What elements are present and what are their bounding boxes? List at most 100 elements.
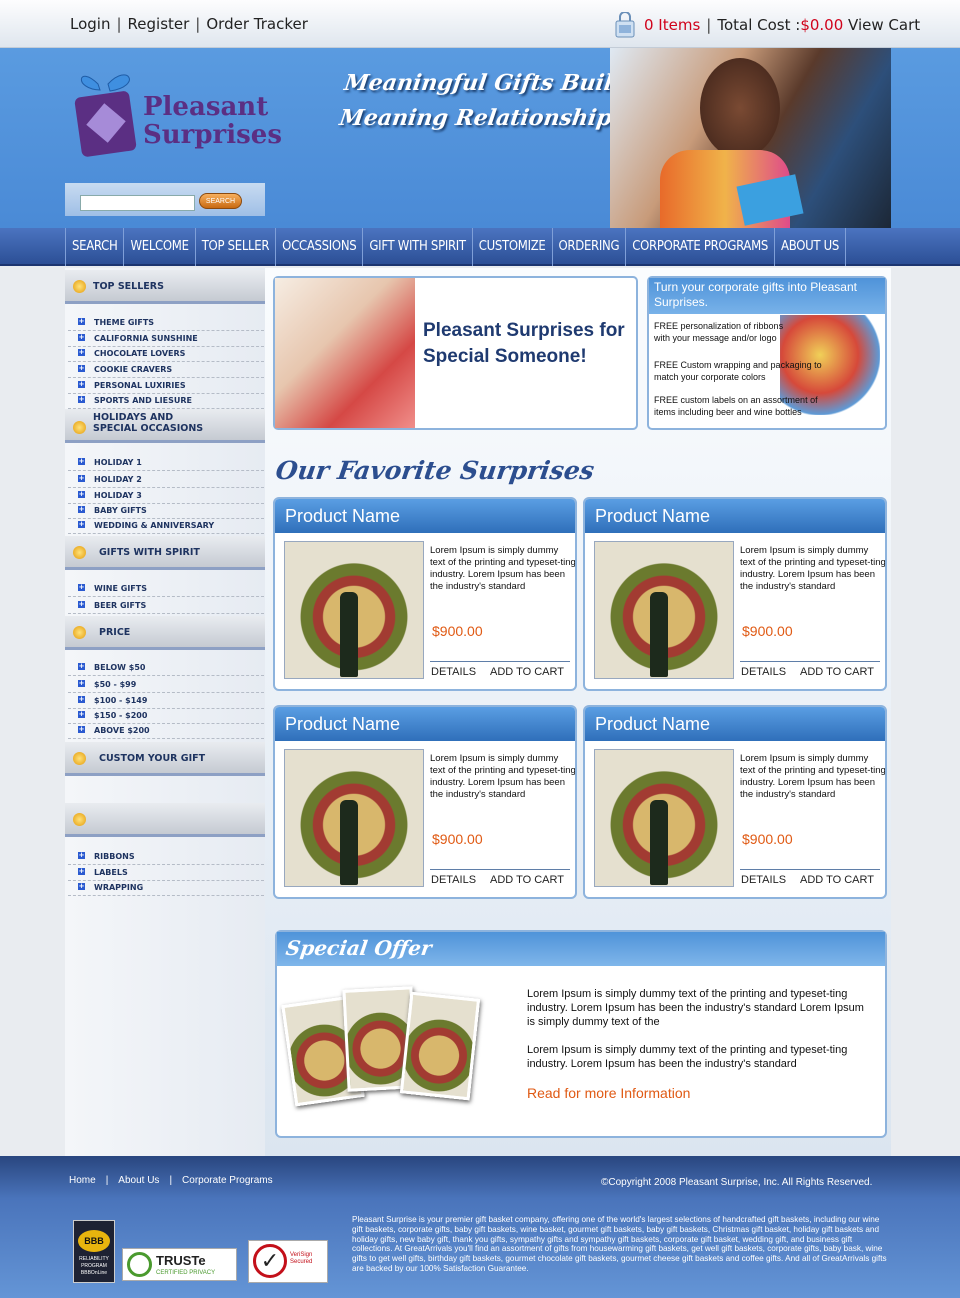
special-offer-text: Lorem Ipsum is simply dummy text of the …	[527, 988, 864, 1028]
product-price: $900.00	[432, 831, 483, 847]
sidebar-item-above-200[interactable]: + Above $200	[68, 724, 264, 739]
arrow-bullet-icon	[73, 813, 86, 826]
sidebar-item-wrapping[interactable]: + Wrapping	[68, 881, 264, 896]
add-to-cart-link[interactable]: ADD TO CART	[490, 666, 564, 678]
nav-top-seller[interactable]: TOP SELLER	[196, 228, 277, 266]
nav-corporate-programs[interactable]: CORPORATE PROGRAMS	[626, 228, 775, 266]
product-image[interactable]	[284, 541, 424, 679]
nav-welcome[interactable]: WELCOME	[124, 228, 196, 266]
plus-icon: +	[78, 725, 85, 733]
tagline: Meaningful Gifts Build Meaning Relations…	[337, 70, 630, 131]
promo-banner-image	[275, 278, 415, 428]
plus-icon: +	[78, 317, 85, 325]
sidebar-item-holiday-1[interactable]: + Holiday 1	[68, 456, 264, 471]
truste-subtext: CERTIFIED PRIVACY	[156, 1270, 216, 1276]
plus-icon: +	[78, 679, 85, 687]
sidebar-heading-gifts-with-spirit: GIFTS WITH SPIRIT	[65, 536, 265, 570]
total-cost-value: $0.00	[800, 16, 844, 34]
add-to-cart-link[interactable]: ADD TO CART	[490, 874, 564, 886]
plus-icon: +	[78, 490, 85, 498]
sidebar-item-baby-gifts[interactable]: + Baby Gifts	[68, 504, 264, 519]
plus-icon: +	[78, 695, 85, 703]
product-image[interactable]	[594, 749, 734, 887]
sidebar-item-150-200[interactable]: + $150 - $200	[68, 709, 264, 724]
view-cart-link[interactable]: View Cart	[848, 16, 920, 34]
plus-icon: +	[78, 882, 85, 890]
sidebar-item-100-149[interactable]: + $100 - $149	[68, 694, 264, 709]
promo-banner-text: Pleasant Surprises for Special Someone!	[423, 320, 625, 367]
footer-link-home[interactable]: Home	[69, 1175, 96, 1186]
footer-link-corporate[interactable]: Corporate Programs	[182, 1175, 273, 1186]
product-name[interactable]: Product Name	[275, 499, 575, 533]
sidebar-item-holiday-3[interactable]: + Holiday 3	[68, 489, 264, 504]
product-price: $900.00	[742, 831, 793, 847]
add-to-cart-link[interactable]: ADD TO CART	[800, 666, 874, 678]
nav-customize[interactable]: CUSTOMIZE	[473, 228, 553, 266]
order-tracker-link[interactable]: Order Tracker	[206, 15, 308, 33]
product-image[interactable]	[594, 541, 734, 679]
plus-icon: +	[78, 348, 85, 356]
sidebar-heading-extras	[65, 803, 265, 837]
product-price: $900.00	[432, 623, 483, 639]
nav-gift-with-spirit[interactable]: GIFT WITH SPIRIT	[363, 228, 473, 266]
sidebar-item-personal-luxiries[interactable]: + Personal Luxiries	[68, 379, 264, 394]
search-button[interactable]: SEARCH	[199, 193, 242, 209]
special-offer-image[interactable]	[399, 991, 481, 1101]
sidebar-item-wine-gifts[interactable]: + Wine Gifts	[68, 582, 264, 597]
divider	[740, 661, 880, 662]
favorites-title: Our Favorite Surprises	[273, 456, 597, 485]
product-image[interactable]	[284, 749, 424, 887]
footer-links: Home | About Us | Corporate Programs	[69, 1175, 273, 1186]
register-link[interactable]: Register	[128, 15, 190, 33]
arrow-bullet-icon	[73, 546, 86, 559]
sidebar-item-cookie-cravers[interactable]: + Cookie Cravers	[68, 363, 264, 378]
search-input[interactable]	[80, 195, 195, 211]
footer-link-about[interactable]: About Us	[118, 1175, 159, 1186]
corporate-banner-heading: Turn your corporate gifts into Pleasant …	[649, 278, 885, 314]
sidebar-item-california-sunshine[interactable]: + California Sunshine	[68, 332, 264, 347]
wine-bottle	[650, 800, 668, 885]
nav-ordering[interactable]: ORDERING	[553, 228, 627, 266]
verisign-text: VeriSign Secured	[290, 1252, 313, 1265]
sidebar-item-sports-liesure[interactable]: + Sports and Liesure	[68, 394, 264, 409]
account-links: Login | Register | Order Tracker	[70, 15, 308, 33]
product-card: Product Name Lorem Ipsum is simply dummy…	[273, 497, 577, 691]
sidebar-item-wedding-anniversary[interactable]: + Wedding & Anniversary	[68, 519, 264, 534]
plus-icon: +	[78, 662, 85, 670]
nav-search[interactable]: SEARCH	[65, 228, 125, 266]
sidebar-item-ribbons[interactable]: + Ribbons	[68, 850, 264, 865]
add-to-cart-link[interactable]: ADD TO CART	[800, 874, 874, 886]
arrow-bullet-icon	[73, 280, 86, 293]
read-more-link[interactable]: Read for more Information	[527, 1085, 690, 1101]
shopping-bag-icon[interactable]	[614, 11, 636, 38]
details-link[interactable]: DETAILS	[741, 874, 786, 886]
sidebar-heading-price: PRICE	[65, 616, 265, 650]
details-link[interactable]: DETAILS	[741, 666, 786, 678]
bbb-seal-subtext: RELIABILITY PROGRAM BBBOnLine	[79, 1256, 109, 1276]
total-cost-label: Total Cost :	[717, 16, 801, 34]
nav-about-us[interactable]: ABOUT US	[775, 228, 847, 266]
product-name[interactable]: Product Name	[585, 499, 885, 533]
product-price: $900.00	[742, 623, 793, 639]
nav-items: SEARCH WELCOME TOP SELLER OCCASSIONS GIF…	[65, 228, 847, 266]
sidebar-item-labels[interactable]: + Labels	[68, 866, 264, 881]
sidebar-item-below-50[interactable]: + Below $50	[68, 661, 264, 676]
product-name[interactable]: Product Name	[275, 707, 575, 741]
sidebar-item-chocolate-lovers[interactable]: + Chocolate Lovers	[68, 347, 264, 362]
product-name[interactable]: Product Name	[585, 707, 885, 741]
plus-icon: +	[78, 333, 85, 341]
details-link[interactable]: DETAILS	[431, 874, 476, 886]
checkmark-icon: ✓	[253, 1244, 287, 1278]
nav-occassions[interactable]: OCCASSIONS	[276, 228, 364, 266]
sidebar-heading-top-sellers: TOP SELLERS	[65, 270, 265, 304]
plus-icon: +	[78, 505, 85, 513]
login-link[interactable]: Login	[70, 15, 110, 33]
sidebar-item-holiday-2[interactable]: + Holiday 2	[68, 473, 264, 488]
footer-description: Pleasant Surprise is your premier gift b…	[352, 1215, 887, 1273]
sidebar-item-50-99[interactable]: + $50 - $99	[68, 678, 264, 693]
details-link[interactable]: DETAILS	[431, 666, 476, 678]
product-card: Product Name Lorem Ipsum is simply dummy…	[583, 705, 887, 899]
sidebar-item-beer-gifts[interactable]: + Beer Gifts	[68, 599, 264, 614]
sidebar-item-theme-gifts[interactable]: + Theme Gifts	[68, 316, 264, 331]
product-description: Lorem Ipsum is simply dummy text of the …	[430, 545, 576, 592]
